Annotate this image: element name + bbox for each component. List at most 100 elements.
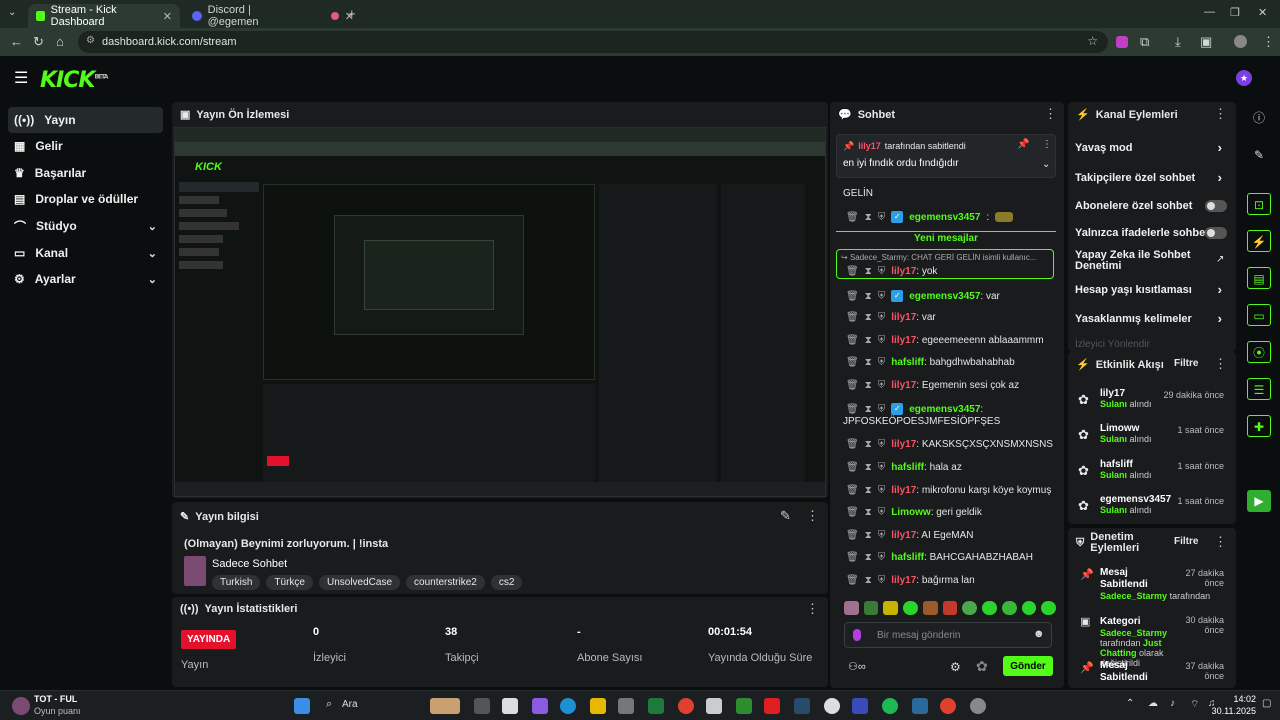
microphone-icon[interactable]: ♪ [1170,698,1175,709]
chat-message[interactable]: 🗑 ⧗ ⛨ lily17: yok [846,266,1061,277]
filter-button[interactable]: Filtre [1174,536,1198,547]
ban-icon[interactable]: ⛨ [878,212,886,223]
ban-icon[interactable]: ⛨ [878,380,886,391]
chat-username[interactable]: lily17 [891,439,916,450]
timeout-icon[interactable]: ⧗ [865,439,872,450]
chat-username[interactable]: Limoww [891,507,930,518]
onedrive-icon[interactable]: ☁ [1148,698,1158,709]
chat-username[interactable]: lily17 [891,530,916,541]
trash-icon[interactable]: 🗑 [846,485,859,496]
tab-list-icon[interactable]: ⌄ [8,7,16,18]
broadcast-icon[interactable]: ⦿ [1247,341,1271,363]
ban-icon[interactable]: ⛨ [878,485,886,496]
trash-icon[interactable]: 🗑 [846,575,859,586]
notification-icon[interactable]: ▢ [1262,698,1271,709]
info-icon[interactable]: ⓘ [1247,107,1271,129]
trash-icon[interactable]: 🗑 [846,404,859,415]
maximize-icon[interactable]: ❐ [1230,6,1240,19]
ban-icon[interactable]: ⛨ [878,266,886,277]
file-icon[interactable] [502,698,518,714]
trash-icon[interactable]: 🗑 [846,507,859,518]
timeout-icon[interactable]: ⧗ [865,462,872,473]
kick-logo[interactable]: KICKBETA [40,68,108,93]
ban-icon[interactable]: ⛨ [878,552,886,563]
trash-icon[interactable]: 🗑 [846,439,859,450]
timeout-icon[interactable]: ⧗ [865,404,872,415]
spotify-icon[interactable] [882,698,898,714]
edit-icon[interactable]: ✎ [780,508,791,524]
steam-icon[interactable] [794,698,810,714]
task-view-icon[interactable] [474,698,490,714]
trash-icon[interactable]: 🗑 [846,357,859,368]
wrench-icon[interactable]: ✚ [1247,415,1271,437]
trash-icon[interactable]: 🗑 [846,530,859,541]
ban-icon[interactable]: ⛨ [878,312,886,323]
chat-username[interactable]: hafsliff [891,552,924,563]
sidebar-item-basarilar[interactable]: ♛ Başarılar [8,160,163,186]
sidebar-item-studyo[interactable]: ⌒ Stüdyo ⌄ [8,213,163,239]
chat-message[interactable]: 🗑 ⧗ ⛨ hafsliff: BAHCGAHABZHABAH [846,552,1061,563]
moderation-user[interactable]: Sadece_Starmy [1100,591,1167,601]
emote-icon[interactable] [1001,601,1017,615]
sidebar-item-gelir[interactable]: ▦ Gelir [8,133,163,159]
chat-message[interactable]: 🗑 ⧗ ⛨ lily17: bağırma lan [846,575,1061,586]
sidebar-item-droplar[interactable]: ▤ Droplar ve ödüller [8,186,163,212]
tag-pill[interactable]: Turkish [212,575,261,590]
search-icon[interactable]: ⌕ [326,698,332,711]
activity-user[interactable]: Limoww [1100,423,1152,434]
chat-username[interactable]: lily17 [891,312,916,323]
chat-username[interactable]: egemensv3457 [909,404,980,415]
emote-icon[interactable] [942,601,958,615]
new-tab-icon[interactable]: + [348,6,356,21]
external-link-icon[interactable]: ↗ [1216,254,1224,265]
chevron-down-icon[interactable]: ⌄ [1042,159,1050,170]
banned-words-row[interactable]: Yasaklanmış kelimeler › [1075,311,1230,326]
trash-icon[interactable]: 🗑 [846,552,859,563]
chat-users-icon[interactable]: ⚇∞ [848,660,866,673]
clock-time[interactable]: 14:02 [1220,694,1256,704]
timeout-icon[interactable]: ⧗ [865,530,872,541]
chat-message[interactable]: 🗑 ⧗ ⛨ hafsliff: bahgdhwbahabhab [846,357,1061,368]
tag-pill[interactable]: UnsolvedCase [318,575,401,590]
emoji-picker-icon[interactable]: ☻ [1033,628,1045,640]
timeout-icon[interactable]: ⧗ [865,312,872,323]
ban-icon[interactable]: ⛨ [878,575,886,586]
ban-icon[interactable]: ⛨ [878,404,886,415]
extension-icon[interactable] [1116,36,1128,48]
timeout-icon[interactable]: ⧗ [865,380,872,391]
stream-preview-video[interactable]: KICK [174,127,826,497]
send-button[interactable]: Gönder [1003,656,1053,676]
download-icon[interactable]: ⤓ [1175,34,1181,50]
chat-message[interactable]: 🗑 ⧗ ⛨ lily17: AI EgeMAN [846,530,1061,541]
sidebar-item-ayarlar[interactable]: ⚙ Ayarlar ⌄ [8,266,163,292]
home-icon[interactable]: ⌂ [56,34,64,49]
pinned-message[interactable]: 📌 lily17 tarafından sabitlendi en iyi fı… [836,134,1056,178]
timeout-icon[interactable]: ⧗ [865,507,872,518]
ban-icon[interactable]: ⛨ [878,357,886,368]
trash-icon[interactable]: 🗑 [846,266,859,277]
chat-message[interactable]: 🗑 ⧗ ⛨ ✓ egemensv3457: [846,403,1061,415]
hamburger-icon[interactable]: ☰ [14,68,28,88]
subscribers-only-toggle[interactable] [1205,200,1227,212]
tab-discord[interactable]: Discord | @egemen ✕ [184,4,362,28]
layout-icon[interactable]: ☰ [1247,378,1271,400]
chat-icon[interactable]: ▭ [1247,304,1271,326]
chat-message[interactable]: 🗑 ⧗ ⛨ ✓ egemensv3457: var [846,290,1061,302]
explorer-icon[interactable] [590,698,606,714]
chat-message[interactable]: 🗑 ⧗ ⛨ hafsliff: hala az [846,462,1061,473]
kebab-menu-icon[interactable]: ⋮ [1042,139,1052,150]
sidebar-item-kanal[interactable]: ▭ Kanal ⌄ [8,240,163,266]
pencil-icon[interactable]: ✎ [1247,144,1271,166]
pin-icon[interactable]: 📌 [1017,139,1029,150]
ban-icon[interactable]: ⛨ [878,291,886,302]
excel-icon[interactable] [648,698,664,714]
chat-message[interactable]: 🗑 ⧗ ⛨ lily17: Egemenin sesi çok az [846,380,1061,391]
sidebar-item-yayin[interactable]: ((•)) Yayın [8,107,163,133]
chat-message[interactable]: 🗑 ⧗ ⛨ lily17: var [846,312,1061,323]
tray-chevron-icon[interactable]: ⌃ [1126,698,1134,709]
edge-icon[interactable] [560,698,576,714]
category-thumbnail[interactable] [184,556,206,586]
app-icon[interactable] [970,698,986,714]
chat-username[interactable]: lily17 [891,335,916,346]
bolt-icon[interactable]: ⚡ [1247,230,1271,252]
